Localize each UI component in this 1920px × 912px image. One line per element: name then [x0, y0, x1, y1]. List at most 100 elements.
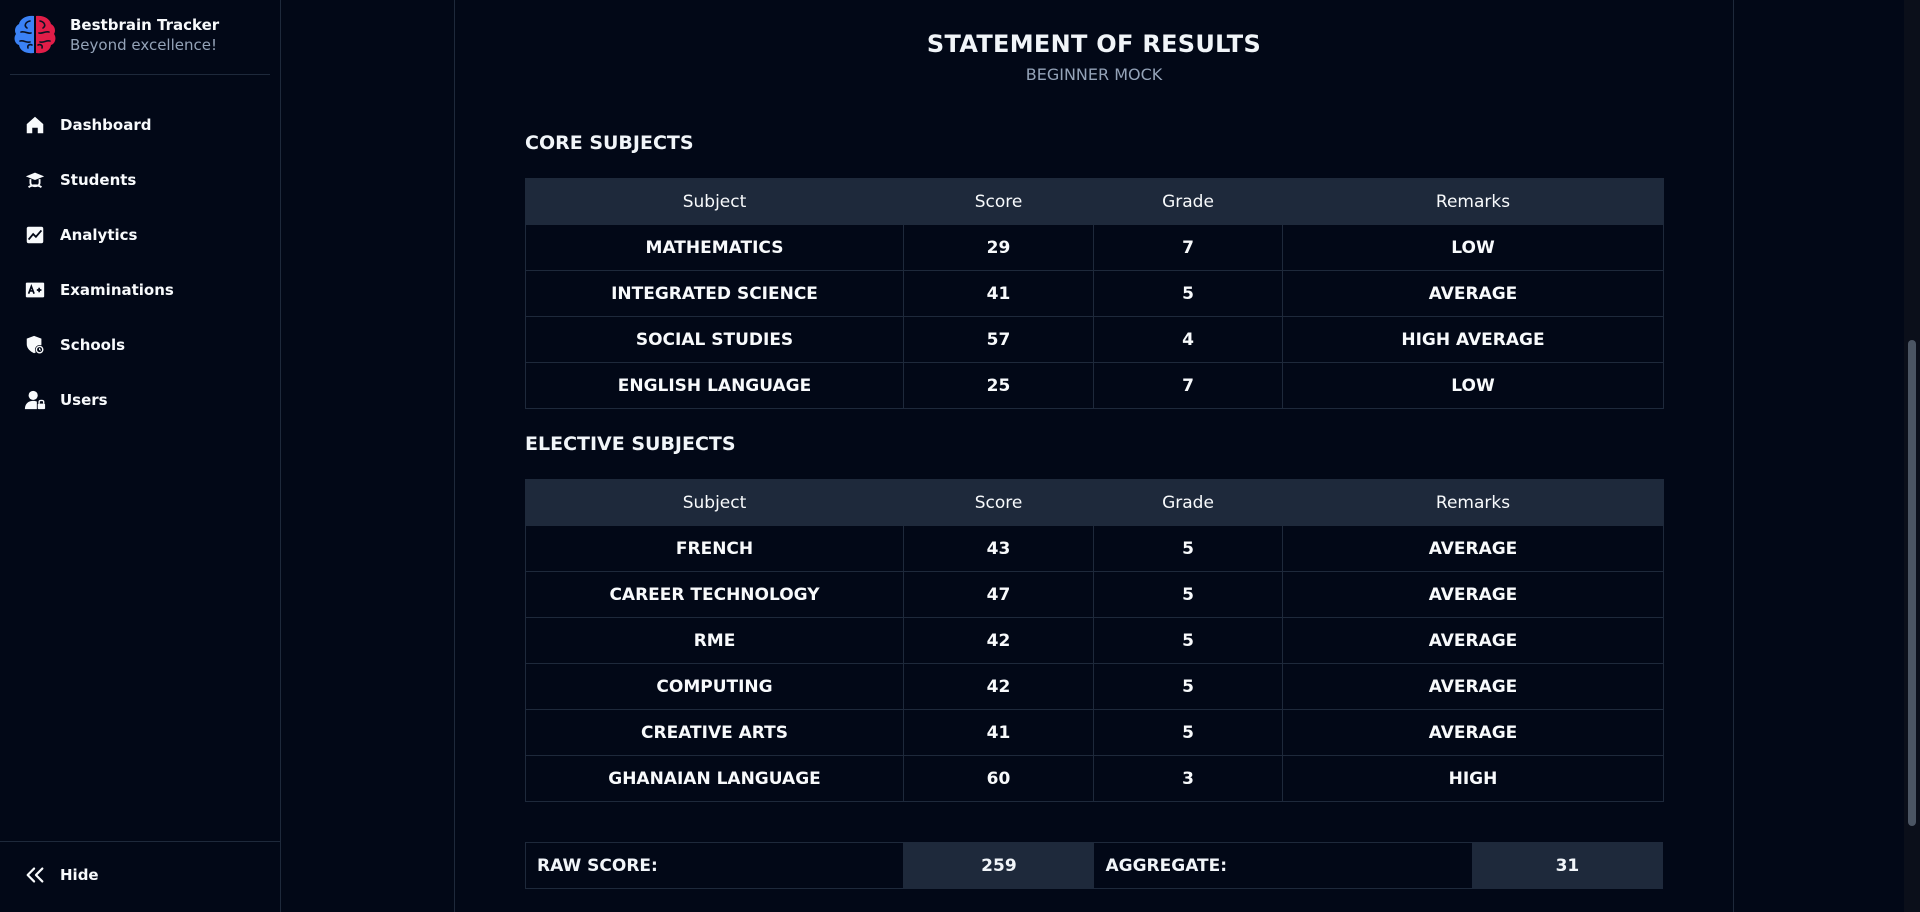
raw-score-value: 259 [903, 842, 1095, 889]
remarks-cell: AVERAGE [1282, 663, 1664, 710]
remarks-cell: LOW [1282, 362, 1664, 409]
divider [0, 841, 280, 842]
summary-row: RAW SCORE: 259 AGGREGATE: 31 [524, 842, 1664, 889]
score-cell: 42 [903, 663, 1094, 710]
table-header-row: Subject Score Grade Remarks [525, 178, 1664, 225]
table-row: CAREER TECHNOLOGY 47 5 AVERAGE [525, 571, 1664, 618]
grade-cell: 5 [1093, 709, 1283, 756]
summary-table: RAW SCORE: 259 AGGREGATE: 31 [524, 842, 1664, 889]
score-cell: 42 [903, 617, 1094, 664]
divider [10, 74, 270, 75]
column-header-remarks: Remarks [1282, 178, 1664, 225]
score-cell: 60 [903, 755, 1094, 802]
sidebar-item-label: Schools [60, 335, 126, 354]
aggregate-label: AGGREGATE: [1093, 842, 1473, 889]
sidebar-item-students[interactable]: Students [0, 152, 280, 207]
core-subjects-title: CORE SUBJECTS [525, 132, 694, 154]
score-cell: 47 [903, 571, 1094, 618]
column-header-subject: Subject [525, 178, 904, 225]
elective-subjects-title: ELECTIVE SUBJECTS [525, 433, 736, 455]
table-row: CREATIVE ARTS 41 5 AVERAGE [525, 709, 1664, 756]
remarks-cell: LOW [1282, 224, 1664, 271]
exam-name: BEGINNER MOCK [1025, 65, 1163, 84]
score-cell: 41 [903, 270, 1094, 317]
graduation-icon [25, 172, 45, 188]
table-row: RME 42 5 AVERAGE [525, 617, 1664, 664]
remarks-cell: AVERAGE [1282, 270, 1664, 317]
subject-cell: MATHEMATICS [525, 224, 904, 271]
table-row: ENGLISH LANGUAGE 25 7 LOW [525, 362, 1664, 409]
score-cell: 43 [903, 525, 1094, 572]
brand[interactable]: Bestbrain Tracker Beyond excellence! [12, 12, 219, 58]
table-row: INTEGRATED SCIENCE 41 5 AVERAGE [525, 270, 1664, 317]
sidebar-item-analytics[interactable]: Analytics [0, 207, 280, 262]
table-row: GHANAIAN LANGUAGE 60 3 HIGH [525, 755, 1664, 802]
elective-subjects-table: Subject Score Grade Remarks FRENCH 43 5 … [525, 479, 1664, 802]
home-icon [26, 116, 44, 133]
chart-icon [26, 226, 44, 243]
brand-tagline: Beyond excellence! [70, 36, 217, 54]
sidebar-item-label: Analytics [60, 225, 138, 244]
page-scrollbar[interactable] [1904, 0, 1920, 912]
subject-cell: FRENCH [525, 525, 904, 572]
grade-cell: 5 [1093, 617, 1283, 664]
subject-cell: CREATIVE ARTS [525, 709, 904, 756]
sidebar-item-examinations[interactable]: Examinations [0, 262, 280, 317]
hide-label: Hide [60, 866, 99, 884]
grade-cell: 3 [1093, 755, 1283, 802]
sidebar-item-dashboard[interactable]: Dashboard [0, 97, 280, 152]
column-header-remarks: Remarks [1282, 479, 1664, 526]
school-shield-icon [26, 335, 45, 354]
grade-cell: 7 [1093, 362, 1283, 409]
score-cell: 57 [903, 316, 1094, 363]
grade-cell: 5 [1093, 571, 1283, 618]
remarks-cell: HIGH AVERAGE [1282, 316, 1664, 363]
sidebar: Bestbrain Tracker Beyond excellence! Das… [0, 0, 281, 912]
remarks-cell: AVERAGE [1282, 525, 1664, 572]
table-row: FRENCH 43 5 AVERAGE [525, 525, 1664, 572]
column-header-grade: Grade [1093, 178, 1283, 225]
brain-logo-icon [14, 15, 56, 54]
hide-sidebar-button[interactable]: Hide [24, 864, 99, 886]
column-header-score: Score [903, 479, 1094, 526]
subject-cell: INTEGRATED SCIENCE [525, 270, 904, 317]
grade-icon [25, 282, 45, 297]
table-row: SOCIAL STUDIES 57 4 HIGH AVERAGE [525, 316, 1664, 363]
core-subjects-table: Subject Score Grade Remarks MATHEMATICS … [525, 178, 1664, 409]
subject-cell: GHANAIAN LANGUAGE [525, 755, 904, 802]
raw-score-label: RAW SCORE: [524, 842, 905, 889]
aggregate-value: 31 [1471, 842, 1664, 889]
remarks-cell: HIGH [1282, 755, 1664, 802]
column-header-grade: Grade [1093, 479, 1283, 526]
sidebar-item-label: Students [60, 170, 137, 189]
grade-cell: 5 [1093, 525, 1283, 572]
grade-cell: 7 [1093, 224, 1283, 271]
results-card: STATEMENT OF RESULTS BEGINNER MOCK CORE … [454, 0, 1734, 912]
subject-cell: RME [525, 617, 904, 664]
subject-cell: SOCIAL STUDIES [525, 316, 904, 363]
page-title: STATEMENT OF RESULTS [926, 30, 1262, 58]
sidebar-item-schools[interactable]: Schools [0, 317, 280, 372]
grade-cell: 5 [1093, 663, 1283, 710]
subject-cell: CAREER TECHNOLOGY [525, 571, 904, 618]
table-header-row: Subject Score Grade Remarks [525, 479, 1664, 526]
sidebar-item-label: Examinations [60, 280, 174, 299]
grade-cell: 4 [1093, 316, 1283, 363]
score-cell: 29 [903, 224, 1094, 271]
scrollbar-thumb[interactable] [1908, 340, 1916, 826]
score-cell: 25 [903, 362, 1094, 409]
subject-cell: ENGLISH LANGUAGE [525, 362, 904, 409]
remarks-cell: AVERAGE [1282, 617, 1664, 664]
remarks-cell: AVERAGE [1282, 709, 1664, 756]
subject-cell: COMPUTING [525, 663, 904, 710]
chevrons-left-icon [26, 867, 44, 883]
grade-cell: 5 [1093, 270, 1283, 317]
sidebar-item-label: Dashboard [60, 115, 152, 134]
remarks-cell: AVERAGE [1282, 571, 1664, 618]
column-header-score: Score [903, 178, 1094, 225]
table-row: MATHEMATICS 29 7 LOW [525, 224, 1664, 271]
sidebar-item-users[interactable]: Users [0, 372, 280, 427]
sidebar-item-label: Users [60, 390, 108, 409]
score-cell: 41 [903, 709, 1094, 756]
brand-name: Bestbrain Tracker [70, 16, 220, 34]
